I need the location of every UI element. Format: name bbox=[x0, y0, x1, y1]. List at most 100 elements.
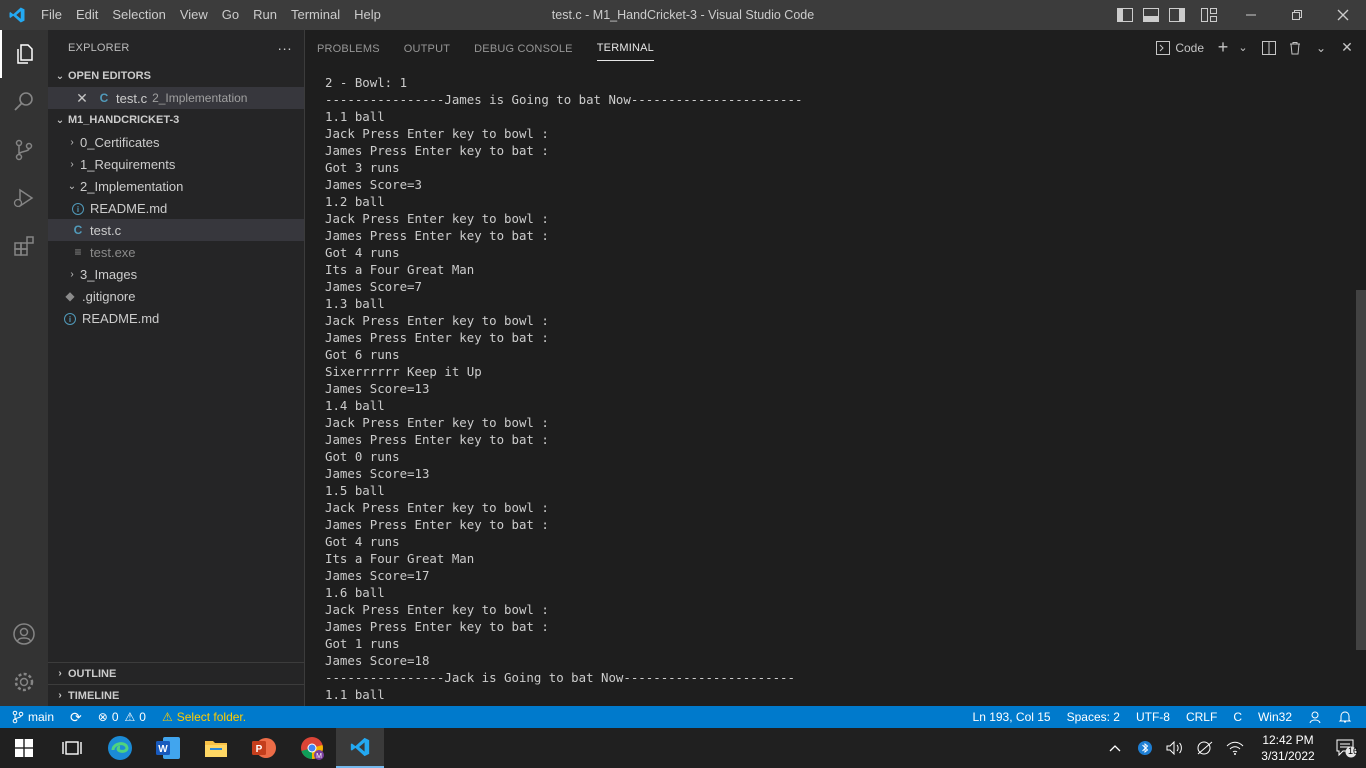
terminal-line: Got 4 runs bbox=[325, 245, 400, 260]
menu-file[interactable]: File bbox=[34, 0, 69, 30]
word-icon[interactable]: W bbox=[144, 728, 192, 768]
chrome-icon[interactable]: M bbox=[288, 728, 336, 768]
action-center-icon[interactable]: 16 bbox=[1326, 728, 1366, 768]
files-icon[interactable] bbox=[0, 30, 48, 78]
file-explorer-icon[interactable] bbox=[192, 728, 240, 768]
platform-config[interactable]: Win32 bbox=[1250, 706, 1300, 728]
tree-file-readme-impl[interactable]: i README.md bbox=[48, 197, 304, 219]
close-icon[interactable]: ✕ bbox=[74, 90, 90, 107]
branch-status[interactable]: main bbox=[0, 706, 62, 728]
task-view-icon[interactable] bbox=[48, 728, 96, 768]
terminal-line: Got 3 runs bbox=[325, 160, 400, 175]
tree-folder-implementation[interactable]: ⌄ 2_Implementation bbox=[48, 175, 304, 197]
toggle-panel-icon[interactable] bbox=[1138, 0, 1164, 30]
more-actions-icon[interactable]: ··· bbox=[277, 40, 292, 56]
terminal-line: James Score=7 bbox=[325, 279, 422, 294]
tab-output[interactable]: OUTPUT bbox=[404, 35, 450, 61]
tab-problems[interactable]: PROBLEMS bbox=[317, 35, 380, 61]
window-controls bbox=[1112, 0, 1366, 30]
outline-label: OUTLINE bbox=[68, 667, 117, 680]
tab-debug-console[interactable]: DEBUG CONSOLE bbox=[474, 35, 573, 61]
select-folder-notice[interactable]: ⚠ Select folder. bbox=[154, 706, 254, 728]
tree-file-readme-root[interactable]: i README.md bbox=[48, 307, 304, 329]
feedback-icon[interactable] bbox=[1300, 706, 1330, 728]
tree-label: 2_Implementation bbox=[80, 178, 184, 194]
terminal-line: 1.1 ball bbox=[325, 109, 385, 124]
sync-icon[interactable]: ⟳ bbox=[62, 706, 90, 728]
menu-bar: File Edit Selection View Go Run Terminal… bbox=[34, 0, 388, 30]
speaker-icon[interactable] bbox=[1160, 728, 1190, 768]
network-sync-icon[interactable] bbox=[1190, 728, 1220, 768]
git-diamond-icon: ◆ bbox=[65, 289, 75, 303]
menu-run[interactable]: Run bbox=[246, 0, 284, 30]
terminal-scrollbar[interactable] bbox=[1356, 290, 1366, 650]
close-window-icon[interactable] bbox=[1320, 0, 1366, 30]
tree-file-test-exe[interactable]: ≡ test.exe bbox=[48, 241, 304, 263]
encoding[interactable]: UTF-8 bbox=[1128, 706, 1178, 728]
chevron-down-icon: ⌄ bbox=[55, 114, 65, 126]
customize-layout-icon[interactable] bbox=[1190, 0, 1228, 30]
vscode-taskbar-icon[interactable] bbox=[336, 728, 384, 768]
terminal-line: James Score=13 bbox=[325, 381, 430, 396]
notification-count: 16 bbox=[1347, 746, 1358, 756]
indentation[interactable]: Spaces: 2 bbox=[1059, 706, 1128, 728]
restore-icon[interactable] bbox=[1274, 0, 1320, 30]
split-terminal-icon[interactable] bbox=[1258, 37, 1280, 59]
menu-selection[interactable]: Selection bbox=[105, 0, 172, 30]
terminal-line: Sixerrrrrr Keep it Up bbox=[325, 364, 482, 379]
terminal-line: Got 4 runs bbox=[325, 534, 400, 549]
chevron-right-icon: › bbox=[70, 136, 74, 148]
terminal-line: James Press Enter key to bat : bbox=[325, 619, 549, 634]
language-mode[interactable]: C bbox=[1225, 706, 1250, 728]
tab-terminal[interactable]: TERMINAL bbox=[596, 34, 654, 61]
terminal-output[interactable]: 2 - Bowl: 1 ----------------James is Goin… bbox=[325, 74, 1352, 706]
tree-label: test.c bbox=[90, 222, 122, 238]
timeline-header[interactable]: › TIMELINE bbox=[48, 684, 304, 706]
terminal-selector[interactable]: Code bbox=[1152, 37, 1208, 59]
workspace-header[interactable]: ⌄ M1_HANDCRICKET-3 bbox=[48, 109, 304, 131]
tree-folder-images[interactable]: › 3_Images bbox=[48, 263, 304, 285]
tree-folder-certificates[interactable]: › 0_Certificates bbox=[48, 131, 304, 153]
menu-edit[interactable]: Edit bbox=[69, 0, 105, 30]
end-of-line[interactable]: CRLF bbox=[1178, 706, 1225, 728]
notifications-bell-icon[interactable] bbox=[1330, 706, 1360, 728]
windows-start-icon[interactable] bbox=[0, 728, 48, 768]
close-panel-icon[interactable]: ✕ bbox=[1336, 37, 1358, 59]
terminal-line: Jack Press Enter key to bowl : bbox=[325, 211, 549, 226]
new-terminal-icon[interactable]: + bbox=[1212, 37, 1234, 59]
problems-status[interactable]: ⊗ 0 ⚠ 0 bbox=[90, 706, 154, 728]
settings-gear-icon[interactable] bbox=[0, 658, 48, 706]
maximize-panel-icon[interactable]: ⌄ bbox=[1310, 37, 1332, 59]
menu-go[interactable]: Go bbox=[215, 0, 246, 30]
edge-icon[interactable] bbox=[96, 728, 144, 768]
tree-folder-requirements[interactable]: › 1_Requirements bbox=[48, 153, 304, 175]
workspace-label: M1_HANDCRICKET-3 bbox=[68, 114, 180, 126]
tree-file-gitignore[interactable]: ◆ .gitignore bbox=[48, 285, 304, 307]
minimize-icon[interactable] bbox=[1228, 0, 1274, 30]
clock[interactable]: 12:42 PM 3/31/2022 bbox=[1250, 732, 1326, 764]
toggle-sidebar-icon[interactable] bbox=[1112, 0, 1138, 30]
open-editor-item[interactable]: ✕ C test.c 2_Implementation bbox=[48, 87, 304, 109]
bluetooth-icon[interactable] bbox=[1130, 728, 1160, 768]
trash-icon[interactable] bbox=[1284, 37, 1306, 59]
source-control-icon[interactable] bbox=[0, 126, 48, 174]
menu-terminal[interactable]: Terminal bbox=[284, 0, 347, 30]
system-tray: 12:42 PM 3/31/2022 16 bbox=[1100, 728, 1366, 768]
menu-view[interactable]: View bbox=[173, 0, 215, 30]
outline-header[interactable]: › OUTLINE bbox=[48, 662, 304, 684]
open-editors-header[interactable]: ⌄ OPEN EDITORS bbox=[48, 65, 304, 87]
terminal-line: James Score=17 bbox=[325, 568, 430, 583]
menu-help[interactable]: Help bbox=[347, 0, 388, 30]
tree-file-test-c[interactable]: C test.c bbox=[48, 219, 304, 241]
account-icon[interactable] bbox=[0, 610, 48, 658]
cursor-position[interactable]: Ln 193, Col 15 bbox=[965, 706, 1059, 728]
chevron-down-icon[interactable]: ⌄ bbox=[1232, 37, 1254, 59]
terminal-name: Code bbox=[1175, 40, 1204, 55]
extensions-icon[interactable] bbox=[0, 222, 48, 270]
powerpoint-icon[interactable]: P bbox=[240, 728, 288, 768]
wifi-icon[interactable] bbox=[1220, 728, 1250, 768]
toggle-secondary-sidebar-icon[interactable] bbox=[1164, 0, 1190, 30]
search-icon[interactable] bbox=[0, 78, 48, 126]
chevron-up-icon[interactable] bbox=[1100, 728, 1130, 768]
run-debug-icon[interactable] bbox=[0, 174, 48, 222]
